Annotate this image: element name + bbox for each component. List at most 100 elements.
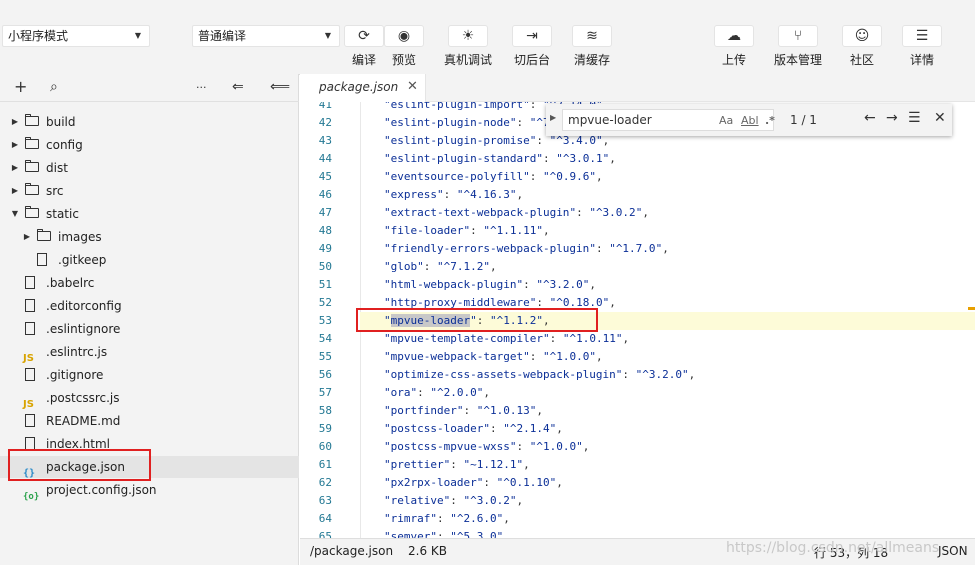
tree-item-babelrc[interactable]: .babelrc <box>0 272 299 294</box>
close-find-icon[interactable]: ✕ <box>934 110 946 126</box>
code-line: "prettier": "~1.12.1", <box>384 458 530 471</box>
js-file-icon: JS <box>23 399 34 410</box>
json-key: optimize-css-assets-webpack-plugin <box>390 368 616 381</box>
community-label: 社区 <box>850 53 875 67</box>
json-value: ~1.12.1 <box>470 458 517 471</box>
bug-icon: ☀ <box>461 28 475 44</box>
json-value: ^7.1.2 <box>443 260 484 273</box>
json-value: ^4.16.3 <box>463 188 510 201</box>
upload-label: 上传 <box>722 53 747 67</box>
details-button[interactable]: ☰ <box>902 25 942 47</box>
line-number: 60 <box>318 440 332 453</box>
code-line: "ora": "^2.0.0", <box>384 386 490 399</box>
chevron-right-icon[interactable]: ▶ <box>10 157 20 179</box>
status-language[interactable]: JSON <box>938 544 968 558</box>
folder-icon <box>25 183 39 196</box>
status-file-path[interactable]: /package.json <box>310 544 393 558</box>
mode-select[interactable]: 小程序模式 ▼ <box>2 25 150 47</box>
json-value: ^3.2.0 <box>642 368 683 381</box>
code-line: "glob": "^7.1.2", <box>384 260 497 273</box>
line-number: 44 <box>318 152 332 165</box>
json-key: eslint-plugin-import <box>390 102 524 111</box>
layers-icon: ≋ <box>586 28 598 44</box>
clear-cache-button[interactable]: ≋ <box>572 25 612 47</box>
chevron-right-icon[interactable]: ▶ <box>10 134 20 156</box>
chevron-down-icon: ▼ <box>134 31 141 40</box>
regex-icon[interactable]: .* <box>765 114 775 127</box>
chevron-right-icon[interactable]: ▶ <box>22 226 32 248</box>
json-key: html-webpack-plugin <box>390 278 517 291</box>
real-device-debug-button[interactable]: ☀ <box>448 25 488 47</box>
tree-item-label: README.md <box>46 414 121 428</box>
upload-cloud-icon: ☁ <box>727 28 741 44</box>
tree-item-readme-md[interactable]: README.md <box>0 410 299 432</box>
clear-cache-label: 清缓存 <box>574 53 611 67</box>
previous-match-icon[interactable]: ← <box>864 110 876 126</box>
code-line: "mpvue-webpack-target": "^1.0.0", <box>384 350 603 363</box>
folder-icon <box>25 137 39 150</box>
chevron-down-icon[interactable]: ▼ <box>10 203 20 225</box>
eye-icon: ◉ <box>397 28 411 44</box>
tree-item-editorconfig[interactable]: .editorconfig <box>0 295 299 317</box>
json-key: mpvue-template-compiler <box>390 332 543 345</box>
tree-item-project-config-json[interactable]: {o} project.config.json <box>0 479 299 502</box>
tree-item-src[interactable]: ▶ src <box>0 180 299 202</box>
tree-item-eslintignore[interactable]: .eslintignore <box>0 318 299 340</box>
whole-word-icon[interactable]: Abl <box>741 114 759 127</box>
tree-item-build[interactable]: ▶ build <box>0 111 299 133</box>
preview-button[interactable]: ◉ <box>384 25 424 47</box>
toggle-replace-icon[interactable]: ▶ <box>550 113 556 122</box>
tree-item-gitignore[interactable]: .gitignore <box>0 364 299 386</box>
config-file-icon: {o} <box>23 492 40 502</box>
json-value: ^1.0.0 <box>536 440 577 453</box>
close-icon[interactable]: ✕ <box>407 79 418 94</box>
match-case-icon[interactable]: Aa <box>719 114 733 127</box>
tree-item-images[interactable]: ▶ images <box>0 226 299 248</box>
version-control-button[interactable]: ⑂ <box>778 25 818 47</box>
json-value: ^3.0.2 <box>595 206 636 219</box>
folder-icon <box>25 160 39 173</box>
community-button[interactable]: ☺ <box>842 25 882 47</box>
tree-item-label: images <box>58 230 102 244</box>
json-value: ^0.1.10 <box>503 476 550 489</box>
json-value: ^3.0.1 <box>562 152 603 165</box>
top-toolbar: 小程序模式 ▼ 普通编译 ▼ ⟳ 编译 ◉ 预览 ☀ 真机调试 ⇥ 切后台 ≋ … <box>0 0 975 75</box>
tree-item-eslintrc-js[interactable]: JS .eslintrc.js <box>0 341 299 364</box>
tree-item-postcssrc-js[interactable]: JS .postcssrc.js <box>0 387 299 410</box>
collapse-icon[interactable]: ⇐ <box>232 79 244 95</box>
find-in-selection-icon[interactable]: ☰ <box>908 110 921 126</box>
tab-package-json[interactable]: package.json ✕ <box>300 74 426 102</box>
more-icon[interactable]: ··· <box>196 81 207 94</box>
json-key: rimraf <box>390 512 431 525</box>
folder-icon <box>25 114 39 127</box>
switch-background-button[interactable]: ⇥ <box>512 25 552 47</box>
tree-item-label: src <box>46 184 64 198</box>
tree-item-label: .postcssrc.js <box>46 391 120 405</box>
upload-button[interactable]: ☁ <box>714 25 754 47</box>
highlight-box-current-line <box>356 308 598 332</box>
chevron-right-icon[interactable]: ▶ <box>10 111 20 133</box>
compile-select[interactable]: 普通编译 ▼ <box>192 25 340 47</box>
code-line: "eslint-plugin-standard": "^3.0.1", <box>384 152 616 165</box>
line-number: 56 <box>318 368 332 381</box>
next-match-icon[interactable]: → <box>886 110 898 126</box>
tree-item-label: .gitignore <box>46 368 104 382</box>
json-key: postcss-loader <box>390 422 484 435</box>
search-icon[interactable]: ⌕ <box>50 79 58 95</box>
tree-item-gitkeep[interactable]: .gitkeep <box>0 249 299 271</box>
tree-item-static[interactable]: ▼ static <box>0 203 299 225</box>
code-editor[interactable]: 41"eslint-plugin-import": "^2.14.0",42"e… <box>300 102 975 538</box>
chevron-right-icon[interactable]: ▶ <box>10 180 20 202</box>
line-number: 46 <box>318 188 332 201</box>
tree-item-dist[interactable]: ▶ dist <box>0 157 299 179</box>
code-line: "rimraf": "^2.6.0", <box>384 512 510 525</box>
find-input[interactable]: mpvue-loader Aa Abl .* <box>562 109 775 131</box>
compile-button[interactable]: ⟳ <box>344 25 384 47</box>
tree-item-config[interactable]: ▶ config <box>0 134 299 156</box>
version-control-label: 版本管理 <box>774 53 823 67</box>
split-panel-icon[interactable]: ⟸ <box>270 79 290 95</box>
add-file-icon[interactable]: + <box>14 77 27 96</box>
json-key: eventsource-polyfill <box>390 170 524 183</box>
code-line: "semver": "^5.3.0", <box>384 530 510 538</box>
mode-select-value: 小程序模式 <box>8 29 69 43</box>
